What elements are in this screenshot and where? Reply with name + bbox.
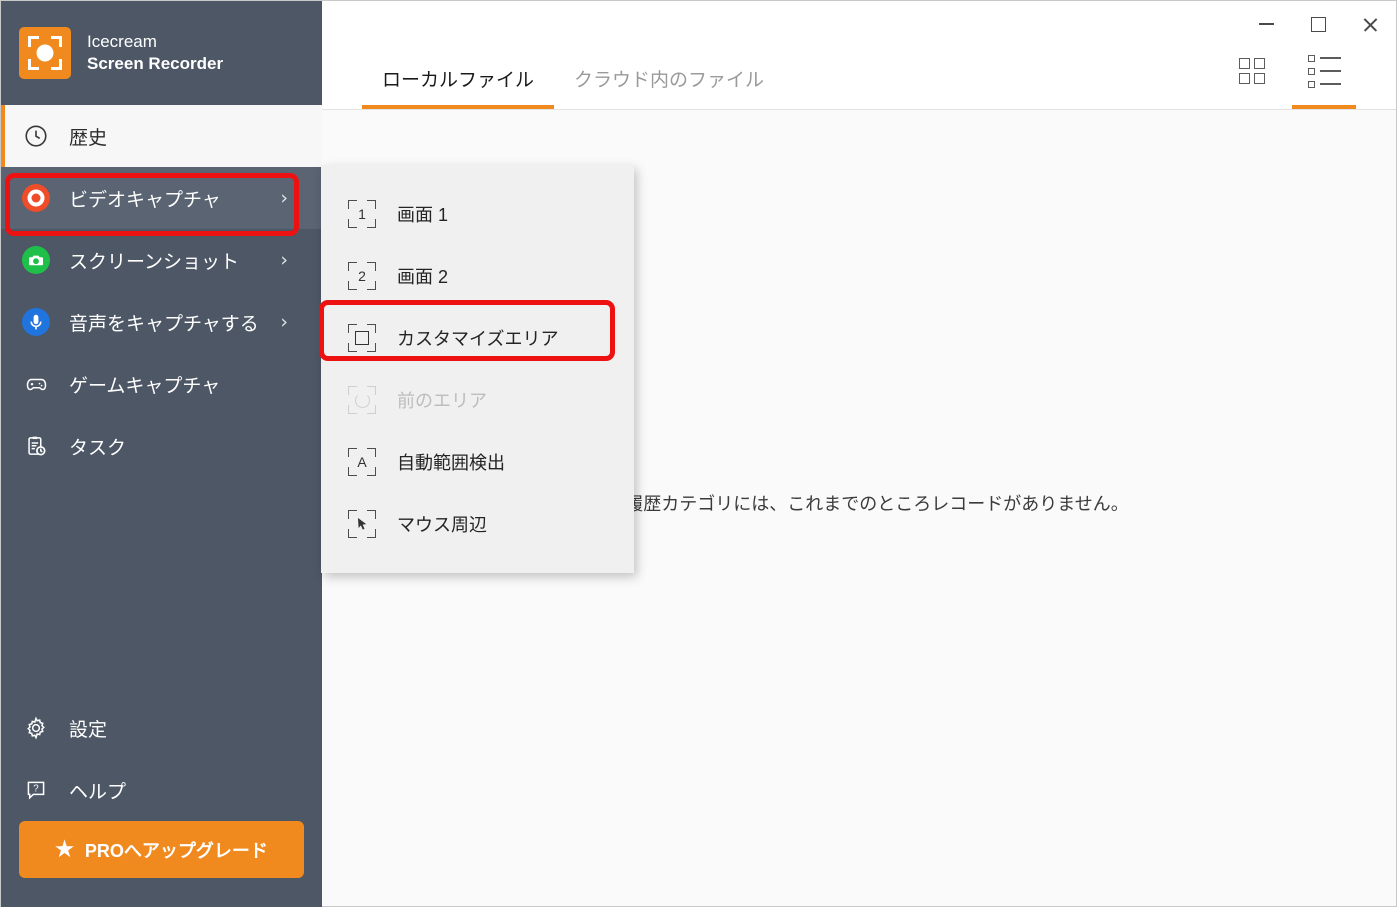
menu-item-screen-2-label: 画面 2 xyxy=(397,267,449,287)
maximize-button[interactable] xyxy=(1292,1,1344,47)
close-icon xyxy=(1362,16,1379,33)
sidebar-item-help[interactable]: ? ヘルプ xyxy=(1,759,322,821)
menu-item-screen-1-label: 画面 1 xyxy=(397,205,449,225)
video-capture-submenu: 1 画面 1 2 画面 2 カスタマイズエリア 前のエリア A 自動範囲検出 マ… xyxy=(321,165,634,573)
window-controls xyxy=(1240,1,1396,47)
app-window: Icecream Screen Recorder 歴史 ビデオキャプチャ › ス… xyxy=(0,0,1397,907)
sidebar-item-tasks[interactable]: タスク xyxy=(1,415,322,477)
empty-state-message: この履歴カテゴリには、これまでのところレコードがありません。 xyxy=(589,494,1129,514)
menu-item-screen-1[interactable]: 1 画面 1 xyxy=(321,183,634,245)
auto-glyph: A xyxy=(357,454,367,470)
sidebar-item-history[interactable]: 歴史 xyxy=(1,105,322,167)
app-brand: Icecream Screen Recorder xyxy=(1,1,322,105)
screen1-glyph: 1 xyxy=(358,206,366,222)
sidebar-item-audio-capture-label: 音声をキャプチャする xyxy=(69,313,259,335)
menu-item-around-mouse[interactable]: マウス周辺 xyxy=(321,493,634,555)
upgrade-section: ★ PROへアップグレード xyxy=(1,821,322,907)
sidebar-item-audio-capture[interactable]: 音声をキャプチャする › xyxy=(1,291,322,353)
capture-area-icon xyxy=(345,321,379,355)
list-icon xyxy=(1307,54,1341,88)
clock-icon xyxy=(19,119,53,153)
sidebar-item-screenshot-label: スクリーンショット xyxy=(69,251,240,273)
menu-item-auto-area-detect-label: 自動範囲検出 xyxy=(397,453,505,473)
sidebar-bottom-nav: 設定 ? ヘルプ xyxy=(1,697,322,821)
list-view-button[interactable] xyxy=(1288,47,1360,109)
menu-item-custom-area-label: カスタマイズエリア xyxy=(397,329,559,349)
camera-icon xyxy=(19,243,53,277)
screen2-glyph: 2 xyxy=(358,268,366,284)
square-glyph xyxy=(345,321,379,355)
sidebar-item-game-capture[interactable]: ゲームキャプチャ xyxy=(1,353,322,415)
clipboard-clock-icon xyxy=(19,429,53,463)
sidebar: Icecream Screen Recorder 歴史 ビデオキャプチャ › ス… xyxy=(1,1,322,907)
microphone-icon xyxy=(19,305,53,339)
sidebar-item-video-capture[interactable]: ビデオキャプチャ › xyxy=(1,167,322,229)
tab-cloud-files[interactable]: クラウド内のファイル xyxy=(554,65,784,109)
file-tabs: ローカルファイル クラウド内のファイル xyxy=(362,47,784,109)
tab-cloud-files-label: クラウド内のファイル xyxy=(574,70,765,91)
sidebar-item-history-label: 歴史 xyxy=(69,127,108,149)
capture-screen1-icon: 1 xyxy=(345,197,379,231)
gear-icon xyxy=(19,711,53,745)
upgrade-to-pro-label: PROへアップグレード xyxy=(84,840,268,861)
app-brand-text: Icecream Screen Recorder xyxy=(87,31,223,76)
app-logo-icon xyxy=(19,27,71,79)
sidebar-item-screenshot[interactable]: スクリーンショット › xyxy=(1,229,322,291)
sidebar-item-settings-label: 設定 xyxy=(69,719,108,741)
tab-local-files[interactable]: ローカルファイル xyxy=(362,65,555,109)
menu-item-screen-2[interactable]: 2 画面 2 xyxy=(321,245,634,307)
upgrade-to-pro-button[interactable]: ★ PROへアップグレード xyxy=(19,821,304,878)
minimize-button[interactable] xyxy=(1240,1,1292,47)
capture-mouse-icon xyxy=(345,507,379,541)
sidebar-item-game-capture-label: ゲームキャプチャ xyxy=(69,375,221,397)
sidebar-item-settings[interactable]: 設定 xyxy=(1,697,322,759)
help-icon: ? xyxy=(19,773,53,807)
menu-item-previous-area: 前のエリア xyxy=(321,369,634,431)
star-icon: ★ xyxy=(55,838,74,861)
top-bar: ローカルファイル クラウド内のファイル xyxy=(322,1,1396,110)
cursor-glyph xyxy=(345,507,379,541)
sidebar-item-video-capture-label: ビデオキャプチャ xyxy=(69,189,221,211)
view-toggles xyxy=(1216,47,1360,109)
refresh-glyph xyxy=(345,383,379,417)
capture-previous-icon xyxy=(345,383,379,417)
menu-item-previous-area-label: 前のエリア xyxy=(397,391,487,411)
brand-line-2: Screen Recorder xyxy=(87,54,224,73)
sidebar-item-help-label: ヘルプ xyxy=(69,781,127,803)
capture-screen2-icon: 2 xyxy=(345,259,379,293)
chevron-right-icon: › xyxy=(280,249,288,271)
close-button[interactable] xyxy=(1344,1,1396,47)
sidebar-item-tasks-label: タスク xyxy=(69,437,127,459)
menu-item-around-mouse-label: マウス周辺 xyxy=(397,515,487,535)
sidebar-nav: 歴史 ビデオキャプチャ › スクリーンショット › 音声をキャプチャする › ゲ… xyxy=(1,105,322,697)
gamepad-icon xyxy=(19,367,53,401)
menu-item-custom-area[interactable]: カスタマイズエリア xyxy=(321,307,634,369)
minimize-icon xyxy=(1258,23,1274,25)
grid-icon xyxy=(1239,58,1265,84)
menu-item-auto-area-detect[interactable]: A 自動範囲検出 xyxy=(321,431,634,493)
capture-auto-icon: A xyxy=(345,445,379,479)
tab-local-files-label: ローカルファイル xyxy=(382,70,535,91)
chevron-right-icon: › xyxy=(280,187,288,209)
record-icon xyxy=(19,181,53,215)
grid-view-button[interactable] xyxy=(1216,47,1288,109)
svg-text:?: ? xyxy=(33,784,39,795)
maximize-icon xyxy=(1310,16,1326,32)
chevron-right-icon: › xyxy=(280,311,288,333)
brand-line-1: Icecream xyxy=(87,31,157,51)
